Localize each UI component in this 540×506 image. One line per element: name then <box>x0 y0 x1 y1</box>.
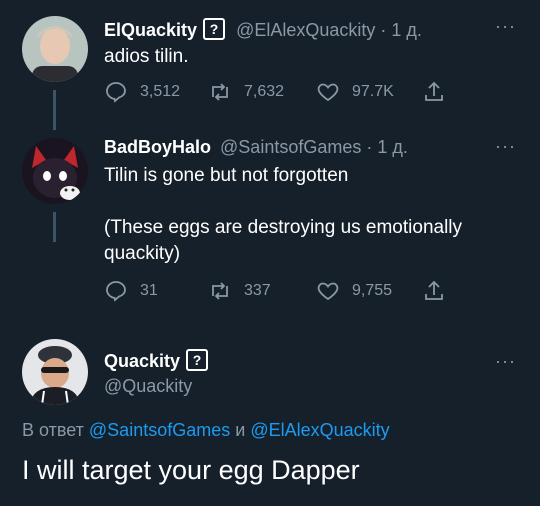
reply-count: 31 <box>140 282 158 299</box>
like-count: 97.7K <box>352 83 394 100</box>
heart-icon <box>317 282 339 301</box>
reply-icon <box>106 281 126 302</box>
avatar-elquackity[interactable] <box>22 16 88 82</box>
tweet-time[interactable]: · 1 д. <box>380 20 422 40</box>
retweet-icon <box>212 282 228 300</box>
retweet-button[interactable]: 337 <box>208 277 271 305</box>
share-button[interactable] <box>422 78 458 106</box>
reply-count: 3,512 <box>140 83 181 100</box>
tweet-text: Tilin is gone but not forgotten (These e… <box>104 163 510 267</box>
tweet-time[interactable]: · 1 д. <box>366 137 408 157</box>
more-options-icon[interactable]: ··· <box>495 16 516 37</box>
avatar-badboyhalo[interactable] <box>22 138 88 204</box>
thread-line <box>53 90 56 130</box>
tweet-elquackity[interactable]: ElQuackity? @ElAlexQuackity · 1 д. ··· a… <box>0 0 540 130</box>
tweet-text-gap <box>104 189 510 215</box>
reply-icon <box>106 82 126 103</box>
tweet-badboyhalo[interactable]: BadBoyHalo @SaintsofGames · 1 д. ··· Til… <box>0 130 540 335</box>
mention-link[interactable]: @SaintsofGames <box>89 420 230 440</box>
author-name[interactable]: BadBoyHalo <box>104 137 211 157</box>
retweet-count: 337 <box>244 282 271 299</box>
reply-button[interactable]: 3,512 <box>104 78 180 106</box>
like-button[interactable]: 97.7K <box>316 78 394 106</box>
author-name[interactable]: ElQuackity <box>104 20 197 40</box>
tweet-header: BadBoyHalo @SaintsofGames · 1 д. <box>104 137 500 158</box>
heart-icon <box>317 83 339 102</box>
retweet-count: 7,632 <box>244 83 285 100</box>
tweet-actions: 31 337 9,755 <box>104 277 464 305</box>
tweet-text-line: Tilin is gone but not forgotten <box>104 165 349 186</box>
reply-button[interactable]: 31 <box>104 277 158 305</box>
tweet-header: ElQuackity? @ElAlexQuackity · 1 д. <box>104 18 500 41</box>
share-icon <box>425 81 443 101</box>
mention-link[interactable]: @ElAlexQuackity <box>250 420 389 440</box>
more-options-icon[interactable]: ··· <box>495 351 516 372</box>
tweet-text: adios tilin. <box>104 46 189 67</box>
reply-prefix: В ответ <box>22 420 84 440</box>
reply-context: В ответ @SaintsofGames и @ElAlexQuackity <box>22 420 390 441</box>
retweet-button[interactable]: 7,632 <box>208 78 284 106</box>
tweet-text-line: (These eggs are destroying us emotionall… <box>104 217 463 238</box>
author-handle[interactable]: @ElAlexQuackity <box>236 20 375 40</box>
author-name[interactable]: Quackity <box>104 351 180 371</box>
share-icon <box>425 280 443 300</box>
unknown-badge-icon: ? <box>203 18 226 40</box>
thread-line-short <box>53 212 56 242</box>
tweet-text-line: quackity) <box>104 243 181 264</box>
main-tweet-text: I will target your egg Dapper <box>22 455 360 485</box>
author-handle[interactable]: @SaintsofGames <box>220 137 361 157</box>
like-button[interactable]: 9,755 <box>316 277 392 305</box>
tweet-actions: 3,512 7,632 97.7K <box>104 78 464 106</box>
like-count: 9,755 <box>352 282 393 299</box>
avatar-quackity[interactable] <box>22 339 88 405</box>
share-button[interactable] <box>422 277 458 305</box>
unknown-badge-icon: ? <box>186 349 209 371</box>
tweet-header: Quackity? <box>104 349 500 372</box>
reply-and: и <box>235 420 246 440</box>
retweet-icon <box>212 83 228 101</box>
author-handle[interactable]: @Quackity <box>104 376 192 397</box>
more-options-icon[interactable]: ··· <box>495 136 516 157</box>
